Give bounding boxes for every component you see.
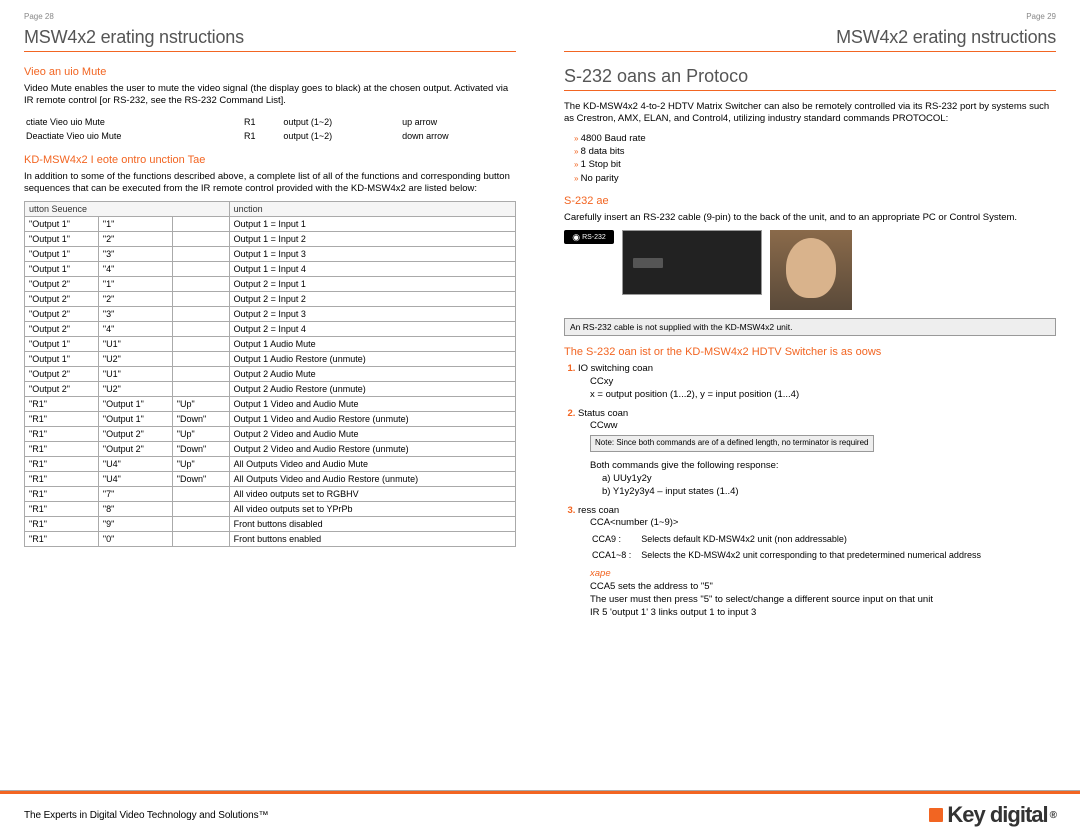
table-row: "Output 1""U1"Output 1 Audio Mute xyxy=(25,337,516,352)
key-digital-logo: Key digital ® xyxy=(929,802,1056,828)
footer-tagline: The Experts in Digital Video Technology … xyxy=(24,810,268,821)
col-function: unction xyxy=(229,202,515,217)
cmd-io-switching: IO switching coan CCxy x = output positi… xyxy=(578,363,1056,401)
table-row: "R1""8"All video outputs set to YPrPb xyxy=(25,502,516,517)
cable-text: Carefully insert an RS-232 cable (9-pin)… xyxy=(564,212,1056,224)
table-row: "Output 2""2"Output 2 = Input 2 xyxy=(25,292,516,307)
example-label: xape xyxy=(590,568,1056,581)
mute-heading: Vieo an uio Mute xyxy=(24,66,516,78)
person-portrait-image xyxy=(770,230,852,310)
table-row: "R1""9"Front buttons disabled xyxy=(25,517,516,532)
cable-images: ◉RS-232 xyxy=(564,230,1056,310)
table-row: "R1""7"All video outputs set to RGBHV xyxy=(25,487,516,502)
mute-table: ctiate Vieo uio MuteR1output (1~2)up arr… xyxy=(24,114,516,144)
table-row: "Output 2""4"Output 2 = Input 4 xyxy=(25,322,516,337)
rs232-section-title: S-232 oans an Protoco xyxy=(564,66,1056,91)
page-29: Page 29 MSW4x2 erating nstructions S-232… xyxy=(540,0,1080,784)
table-row: "R1""Output 1""Down"Output 1 Video and A… xyxy=(25,412,516,427)
address-definitions: CCA9 :Selects default KD-MSW4x2 unit (no… xyxy=(590,530,991,564)
table-row: "Output 1""1"Output 1 = Input 1 xyxy=(25,217,516,232)
protocol-list: 4800 Baud rate 8 data bits 1 Stop bit No… xyxy=(574,132,1056,185)
table-row: "Output 1""4"Output 1 = Input 4 xyxy=(25,262,516,277)
function-table: utton Seuence unction "Output 1""1"Outpu… xyxy=(24,201,516,547)
command-list: IO switching coan CCxy x = output positi… xyxy=(578,363,1056,619)
command-list-heading: The S-232 oan ist or the KD-MSW4x2 HDTV … xyxy=(564,346,1056,358)
table-row: "Output 2""1"Output 2 = Input 1 xyxy=(25,277,516,292)
cmd-address: ress coan CCA<number (1~9)> CCA9 :Select… xyxy=(578,505,1056,620)
table-row: "Output 1""2"Output 1 = Input 2 xyxy=(25,232,516,247)
table-row: "R1""U4""Up"All Outputs Video and Audio … xyxy=(25,457,516,472)
table-row: "R1""Output 2""Up"Output 2 Video and Aud… xyxy=(25,427,516,442)
table-row: "Output 1""3"Output 1 = Input 3 xyxy=(25,247,516,262)
logo-square-icon xyxy=(929,808,943,822)
cable-heading: S-232 ae xyxy=(564,195,1056,207)
page-footer: The Experts in Digital Video Technology … xyxy=(0,790,1080,834)
table-row: "Output 2""U1"Output 2 Audio Mute xyxy=(25,367,516,382)
page-number-right: Page 29 xyxy=(564,12,1056,21)
table-row: "Output 2""U2"Output 2 Audio Restore (un… xyxy=(25,382,516,397)
mute-text: Video Mute enables the user to mute the … xyxy=(24,83,516,108)
terminator-note: Note: Since both commands are of a defin… xyxy=(590,435,874,452)
table-row: "R1""0"Front buttons enabled xyxy=(25,532,516,547)
table-row: "Output 2""3"Output 2 = Input 3 xyxy=(25,307,516,322)
table-row: "R1""U4""Down"All Outputs Video and Audi… xyxy=(25,472,516,487)
right-title: MSW4x2 erating nstructions xyxy=(564,27,1056,52)
device-back-image xyxy=(622,230,762,295)
rs232-intro: The KD-MSW4x2 4-to-2 HDTV Matrix Switche… xyxy=(564,101,1056,126)
cable-note: An RS-232 cable is not supplied with the… xyxy=(564,318,1056,336)
page-28: Page 28 MSW4x2 erating nstructions Vieo … xyxy=(0,0,540,784)
table-row: "R1""Output 2""Down"Output 2 Video and A… xyxy=(25,442,516,457)
left-title: MSW4x2 erating nstructions xyxy=(24,27,516,52)
table-row: "R1""Output 1""Up"Output 1 Video and Aud… xyxy=(25,397,516,412)
rs232-badge-icon: ◉RS-232 xyxy=(564,230,614,244)
table-row: "Output 1""U2"Output 1 Audio Restore (un… xyxy=(25,352,516,367)
func-text: In addition to some of the functions des… xyxy=(24,171,516,196)
col-sequence: utton Seuence xyxy=(25,202,230,217)
page-number-left: Page 28 xyxy=(24,12,516,21)
cmd-status: Status coan CCww Note: Since both comman… xyxy=(578,408,1056,499)
func-heading: KD-MSW4x2 I eote ontro unction Tae xyxy=(24,154,516,166)
